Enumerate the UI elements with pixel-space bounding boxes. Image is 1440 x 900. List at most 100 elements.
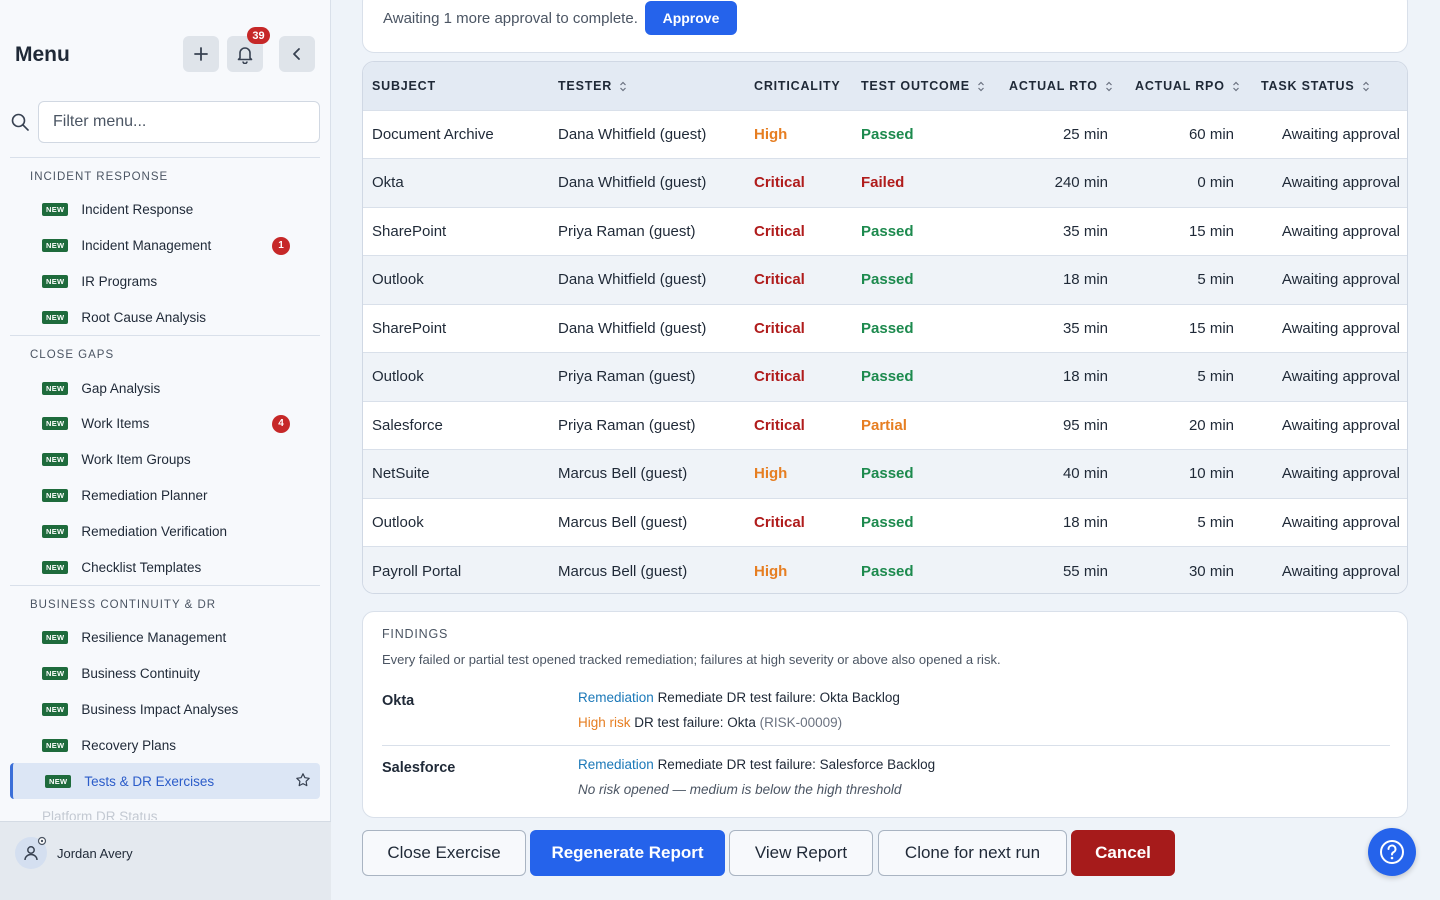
tester-cell: Priya Raman (guest) xyxy=(549,401,745,450)
tester-cell: Marcus Bell (guest) xyxy=(549,498,745,547)
filter-menu-input[interactable] xyxy=(38,101,320,143)
new-badge: NEW xyxy=(42,274,69,288)
sidebar-item-remediation-verification[interactable]: NEW Remediation Verification xyxy=(10,513,320,549)
criticality-cell: Critical xyxy=(745,159,852,208)
table-row[interactable]: Salesforce Priya Raman (guest) Critical Par… xyxy=(363,401,1407,450)
rto-cell: 35 min xyxy=(1000,207,1126,256)
approval-text: Awaiting 1 more approval to complete. xyxy=(383,10,638,27)
finding-remediation[interactable]: Remediation Remediate DR test failure: S… xyxy=(578,757,935,772)
sidebar-item-platform-dr-status[interactable]: Platform DR Status xyxy=(10,799,320,820)
rto-cell-text: 18 min xyxy=(1062,368,1108,386)
remediation-text[interactable]: Remediate DR test failure: Salesforce Ba… xyxy=(658,757,936,772)
column-header-task-status[interactable]: TASK STATUS xyxy=(1252,62,1407,110)
user-footer[interactable]: Jordan Avery xyxy=(0,821,331,900)
help-button[interactable] xyxy=(1368,828,1416,876)
status-cell-text: Awaiting approval xyxy=(1281,513,1400,531)
subject-cell-text: Okta xyxy=(372,174,404,192)
status-cell-text: Awaiting approval xyxy=(1281,319,1400,337)
column-header-label: CRITICALITY xyxy=(754,78,841,93)
column-header-tester[interactable]: TESTER xyxy=(549,62,745,110)
column-header-label: TESTER xyxy=(558,78,613,93)
sidebar-item-incident-response[interactable]: NEW Incident Response xyxy=(10,192,320,228)
tester-cell: Priya Raman (guest) xyxy=(549,353,745,402)
status-cell: Awaiting approval xyxy=(1252,547,1407,594)
rpo-cell: 5 min xyxy=(1126,353,1252,402)
view-report-button[interactable]: View Report xyxy=(729,830,873,876)
table-row[interactable]: Outlook Priya Raman (guest) Critical Passed… xyxy=(363,352,1407,402)
risk-text[interactable]: DR test failure: Okta xyxy=(634,715,756,730)
sidebar-item-checklist-templates[interactable]: NEW Checklist Templates xyxy=(10,549,320,585)
sidebar-item-ir-programs[interactable]: NEW IR Programs xyxy=(10,264,320,300)
sidebar-item-business-continuity[interactable]: NEW Business Continuity xyxy=(10,656,320,692)
table-row[interactable]: Payroll Portal Marcus Bell (guest) High Pas… xyxy=(363,546,1407,594)
sidebar-item-business-impact-analyses[interactable]: NEW Business Impact Analyses xyxy=(10,692,320,728)
outcome-cell: Passed xyxy=(852,353,1000,402)
approve-button[interactable]: Approve xyxy=(645,1,737,35)
finding-remediation[interactable]: Remediation Remediate DR test failure: O… xyxy=(578,690,900,705)
sort-icon[interactable] xyxy=(1232,81,1240,92)
findings-title: FINDINGS xyxy=(382,627,449,641)
table-body: Document Archive Dana Whitfield (guest) Hi… xyxy=(363,110,1407,594)
cancel-button[interactable]: Cancel xyxy=(1071,830,1175,876)
rpo-cell-text: 60 min xyxy=(1188,125,1234,143)
outcome-cell: Passed xyxy=(852,450,1000,499)
sidebar-item-work-item-groups[interactable]: NEW Work Item Groups xyxy=(10,442,320,478)
tester-cell-text: Dana Whitfield (guest) xyxy=(558,271,707,289)
regenerate-report-button[interactable]: Regenerate Report xyxy=(530,830,725,876)
tester-cell-text: Priya Raman (guest) xyxy=(558,222,696,240)
count-badge: 1 xyxy=(272,236,290,255)
sidebar-item-gap-analysis[interactable]: NEW Gap Analysis xyxy=(10,370,320,406)
findings-description: Every failed or partial test opened trac… xyxy=(382,652,1001,667)
outcome-cell: Partial xyxy=(852,401,1000,450)
rto-cell: 95 min xyxy=(1000,401,1126,450)
table-row[interactable]: Document Archive Dana Whitfield (guest) Hi… xyxy=(363,110,1407,159)
sidebar-item-root-cause-analysis[interactable]: NEW Root Cause Analysis xyxy=(10,299,320,335)
remediation-tag[interactable]: Remediation xyxy=(578,757,654,772)
table-row[interactable]: NetSuite Marcus Bell (guest) High Passed 40 … xyxy=(363,449,1407,499)
sidebar-item-remediation-planner[interactable]: NEW Remediation Planner xyxy=(10,478,320,514)
rto-cell-text: 35 min xyxy=(1062,222,1108,240)
table-row[interactable]: Okta Dana Whitfield (guest) Critical Failed… xyxy=(363,158,1407,208)
clone-next-run-button[interactable]: Clone for next run xyxy=(878,830,1067,876)
sort-icon[interactable] xyxy=(619,81,627,92)
sort-icon[interactable] xyxy=(977,81,985,92)
collapse-sidebar-button[interactable] xyxy=(279,36,315,72)
status-cell: Awaiting approval xyxy=(1252,110,1407,159)
new-badge: NEW xyxy=(42,738,69,752)
sort-icon[interactable] xyxy=(1362,81,1370,92)
sort-icon[interactable] xyxy=(1105,81,1113,92)
table-row[interactable]: SharePoint Dana Whitfield (guest) Critical… xyxy=(363,304,1407,353)
user-name: Jordan Avery xyxy=(57,846,133,861)
star-icon[interactable] xyxy=(295,772,311,788)
status-cell-text: Awaiting approval xyxy=(1281,368,1400,386)
add-button[interactable] xyxy=(183,36,219,72)
rpo-cell-text: 0 min xyxy=(1197,174,1234,192)
table-row[interactable]: Outlook Marcus Bell (guest) Critical Passed… xyxy=(363,498,1407,547)
outcome-cell: Passed xyxy=(852,110,1000,159)
status-cell-text: Awaiting approval xyxy=(1281,174,1400,192)
sidebar-item-work-items[interactable]: NEW Work Items 4 xyxy=(10,406,320,442)
outcome-cell-text: Passed xyxy=(861,222,914,240)
sidebar-item-label: Root Cause Analysis xyxy=(81,309,206,325)
column-header-test-outcome[interactable]: TEST OUTCOME xyxy=(852,62,1000,110)
outcome-cell-text: Passed xyxy=(861,271,914,289)
column-header-actual-rpo[interactable]: ACTUAL RPO xyxy=(1126,62,1252,110)
rpo-cell: 60 min xyxy=(1126,110,1252,159)
remediation-text[interactable]: Remediate DR test failure: Okta Backlog xyxy=(658,690,900,705)
risk-tag[interactable]: High risk xyxy=(578,715,631,730)
rto-cell-text: 240 min xyxy=(1054,174,1108,192)
sidebar-item-tests-and-dr-exercises[interactable]: NEW Tests & DR Exercises xyxy=(10,763,320,799)
close-exercise-button[interactable]: Close Exercise xyxy=(362,830,526,876)
table-row[interactable]: SharePoint Priya Raman (guest) Critical Pas… xyxy=(363,207,1407,256)
risk-id[interactable]: (RISK-00009) xyxy=(760,715,843,730)
remediation-tag[interactable]: Remediation xyxy=(578,690,654,705)
sidebar-item-label: Tests & DR Exercises xyxy=(84,773,215,789)
criticality-cell: Critical xyxy=(745,256,852,305)
finding-risk[interactable]: High risk DR test failure: Okta (RISK-00… xyxy=(578,715,842,730)
sidebar-item-recovery-plans[interactable]: NEW Recovery Plans xyxy=(10,727,320,763)
nav-section-close-gaps: CLOSE GAPS NEW Gap Analysis NEW Work Items 4 N… xyxy=(10,335,320,585)
table-row[interactable]: Outlook Dana Whitfield (guest) Critical Pas… xyxy=(363,255,1407,305)
column-header-actual-rto[interactable]: ACTUAL RTO xyxy=(1000,62,1126,110)
sidebar-item-resilience-management[interactable]: NEW Resilience Management xyxy=(10,620,320,656)
sidebar-item-incident-management[interactable]: NEW Incident Management 1 xyxy=(10,228,320,264)
